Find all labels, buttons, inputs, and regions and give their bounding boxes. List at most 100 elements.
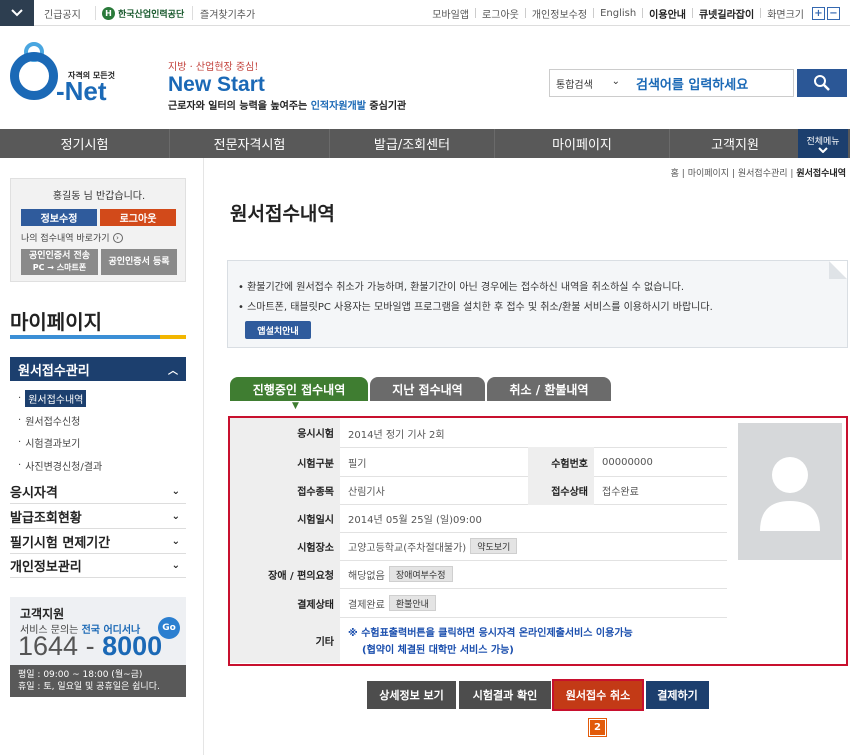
all-menu-button[interactable]: 전체메뉴	[798, 129, 848, 158]
nav-mypage[interactable]: 마이페이지	[495, 129, 670, 158]
sidebar-cat-issuance[interactable]: 발급조회현황 ⌄	[10, 505, 186, 529]
app-install-guide-button[interactable]: 앱설치안내	[245, 321, 311, 339]
slogan-small: 지방 · 산업현장 중심!	[168, 62, 259, 73]
edit-disability-button[interactable]: 장애여부수정	[388, 566, 453, 582]
tab-in-progress[interactable]: 진행중인 접수내역	[230, 377, 368, 401]
chevron-down-icon: ⌄	[171, 511, 180, 522]
breadcrumb-mypage[interactable]: 마이페이지	[688, 169, 729, 179]
payment-label: 결제상태	[230, 588, 340, 618]
nav-issuance-center[interactable]: 발급/조회센터	[330, 129, 495, 158]
cert-register-button[interactable]: 공인인증서 등록	[101, 249, 177, 275]
nav-professional-exam[interactable]: 전문자격시험	[170, 129, 330, 158]
hrdk-logo-link[interactable]: H 한국산업인력공단	[102, 0, 184, 26]
notice-box: • 환불기간에 원서접수 취소가 가능하며, 환불기간이 아닌 경우에는 접수하…	[227, 260, 848, 348]
chevron-down-icon[interactable]	[0, 0, 34, 26]
sidebar-title: 마이페이지	[10, 310, 102, 334]
sidebar-cat-personal-info[interactable]: 개인정보관리 ⌄	[10, 554, 186, 578]
sidebar-item-photo-change[interactable]: · 사진변경신청/결과	[18, 458, 102, 473]
qnet-guide-link[interactable]: 큐넷길라잡이	[693, 6, 760, 21]
chevron-down-icon	[818, 147, 828, 153]
cs-phone: 1644 - 8000	[18, 631, 163, 661]
zoom-out-icon[interactable]: −	[827, 6, 840, 20]
disability-label: 장애 / 편의요청	[230, 559, 340, 589]
disability-value: 해당없음 장애여부수정	[340, 559, 453, 589]
tab-cancel-refund[interactable]: 취소 / 환불내역	[487, 377, 611, 401]
logout-button[interactable]: 로그아웃	[100, 209, 176, 226]
payment-button[interactable]: 결제하기	[646, 681, 709, 709]
breadcrumb-application[interactable]: 원서접수관리	[738, 169, 788, 179]
sidebar-title-bar	[10, 335, 186, 339]
logo-text: -Net	[56, 76, 107, 106]
breadcrumb-home[interactable]: 홈	[671, 169, 679, 179]
screen-size-label: 화면크기	[767, 9, 804, 21]
sidebar-item-exam-results[interactable]: · 시험결과보기	[18, 435, 80, 450]
sidebar-section-application[interactable]: 원서접수관리 ︿	[10, 357, 186, 381]
hrdk-logo-icon: H	[102, 6, 115, 20]
item-value: 산림기사	[348, 486, 385, 498]
step-badge-2: 2	[589, 719, 606, 736]
exam-number-value: 00000000	[602, 456, 653, 468]
chevron-down-icon: ▼	[292, 401, 299, 411]
qnet-logo[interactable]: 자격의 모든것 -Net	[10, 42, 120, 112]
place-label: 시험장소	[230, 531, 340, 561]
table-row: 결제상태 결제완료 환불안내	[230, 588, 727, 618]
customer-support-box: 고객지원 서비스 문의는 전국 어디서나 Go 1644 - 8000 평일 :…	[10, 597, 186, 697]
quick-link[interactable]: 나의 접수내역 바로가기 ›	[21, 231, 123, 244]
cancel-application-button[interactable]: 원서접수 취소	[552, 679, 644, 711]
exam-result-button[interactable]: 시험결과 확인	[459, 681, 551, 709]
refund-guide-button[interactable]: 환불안내	[388, 595, 436, 611]
breadcrumb: 홈 | 마이페이지 | 원서접수관리 | 원서접수내역	[670, 169, 846, 179]
emergency-notice-link[interactable]: 긴급공지	[44, 0, 81, 26]
table-row: 장애 / 편의요청 해당없음 장애여부수정	[230, 559, 727, 589]
english-link[interactable]: English	[594, 8, 642, 19]
user-avatar-icon	[760, 457, 820, 531]
table-row: 접수종목 산림기사 접수상태 접수완료	[230, 475, 727, 505]
logout-link[interactable]: 로그아웃	[476, 6, 525, 21]
detail-view-button[interactable]: 상세정보 보기	[367, 681, 456, 709]
table-row: 기타 ※ 수험표출력버튼을 클릭하면 응시자격 온라인제출서비스 이용가능 (협…	[230, 617, 727, 663]
breadcrumb-current: 원서접수내역	[796, 169, 846, 179]
notice-line-2: • 스마트폰, 태블릿PC 사용자는 모바일앱 프로그램을 설치한 후 접수 및…	[238, 302, 713, 313]
zoom-in-icon[interactable]: +	[812, 6, 825, 20]
edit-profile-link[interactable]: 개인정보수정	[526, 6, 593, 21]
table-row: 시험일시 2014년 05월 25일 (일)09:00	[230, 503, 727, 533]
search-icon	[814, 75, 830, 91]
etc-label: 기타	[230, 617, 340, 663]
etc-value: ※ 수험표출력버튼을 클릭하면 응시자격 온라인제출서비스 이용가능 (협약이 …	[348, 628, 633, 656]
slogan: 지방 · 산업현장 중심! New Start 근로자와 일터의 능력을 높여주…	[168, 58, 406, 112]
date-label: 시험일시	[230, 503, 340, 533]
cert-transfer-button[interactable]: 공인인증서 전송 PC → 스마트폰	[21, 249, 98, 275]
login-box: 홍길동 님 반갑습니다. 정보수정 로그아웃 나의 접수내역 바로가기 › 공인인…	[10, 178, 186, 282]
map-button[interactable]: 약도보기	[470, 538, 518, 554]
usage-guide-link[interactable]: 이용안내	[643, 6, 692, 21]
search-box: 통합검색 ⌄ 검색어를 입력하세요	[549, 69, 794, 97]
hrdk-logo-text: 한국산업인력공단	[118, 9, 185, 20]
exam-value: 2014년 정기 기사 2회	[348, 429, 445, 441]
search-button[interactable]	[797, 69, 847, 97]
notice-line-1: • 환불기간에 원서접수 취소가 가능하며, 환불기간이 아닌 경우에는 접수하…	[238, 282, 685, 293]
sidebar-cat-eligibility[interactable]: 응시자격 ⌄	[10, 480, 186, 504]
chevron-down-icon: ⌄	[171, 560, 180, 571]
chevron-down-icon: ⌄	[171, 486, 180, 497]
main-nav: 정기시험 전문자격시험 발급/조회센터 마이페이지 고객지원 전체메뉴	[0, 129, 850, 158]
add-favorites-link[interactable]: 즐겨찾기추가	[200, 0, 255, 26]
item-label: 접수종목	[230, 475, 340, 505]
chevron-down-icon: ⌄	[611, 75, 620, 87]
search-scope-select[interactable]: 통합검색 ⌄	[550, 76, 628, 91]
search-input[interactable]: 검색어를 입력하세요	[628, 74, 748, 93]
status-value: 접수완료	[602, 486, 639, 498]
slogan-sub: 근로자와 일터의 능력을 높여주는 인적자원개발 중심기관	[168, 101, 407, 112]
table-row: 응시시험 2014년 정기 기사 2회	[230, 418, 727, 448]
edit-info-button[interactable]: 정보수정	[21, 209, 97, 226]
sidebar-cat-exemption[interactable]: 필기시험 면제기간 ⌄	[10, 530, 186, 554]
utility-links: 모바일앱 로그아웃 개인정보수정 English 이용안내 큐넷길라잡이 화면크…	[426, 0, 840, 26]
nav-customer-support[interactable]: 고객지원	[670, 129, 800, 158]
table-row: 시험구분 필기 수험번호 00000000	[230, 447, 727, 477]
logo-q-icon	[10, 52, 58, 100]
sidebar-item-application-request[interactable]: · 원서접수신청	[18, 413, 80, 428]
tab-past[interactable]: 지난 접수내역	[370, 377, 485, 401]
mobile-app-link[interactable]: 모바일앱	[426, 6, 475, 21]
sidebar-item-application-history[interactable]: · 원서접수내역	[18, 390, 87, 407]
table-row: 시험장소 고양고등학교(주차절대불가) 약도보기	[230, 531, 727, 561]
nav-regular-exam[interactable]: 정기시험	[0, 129, 170, 158]
